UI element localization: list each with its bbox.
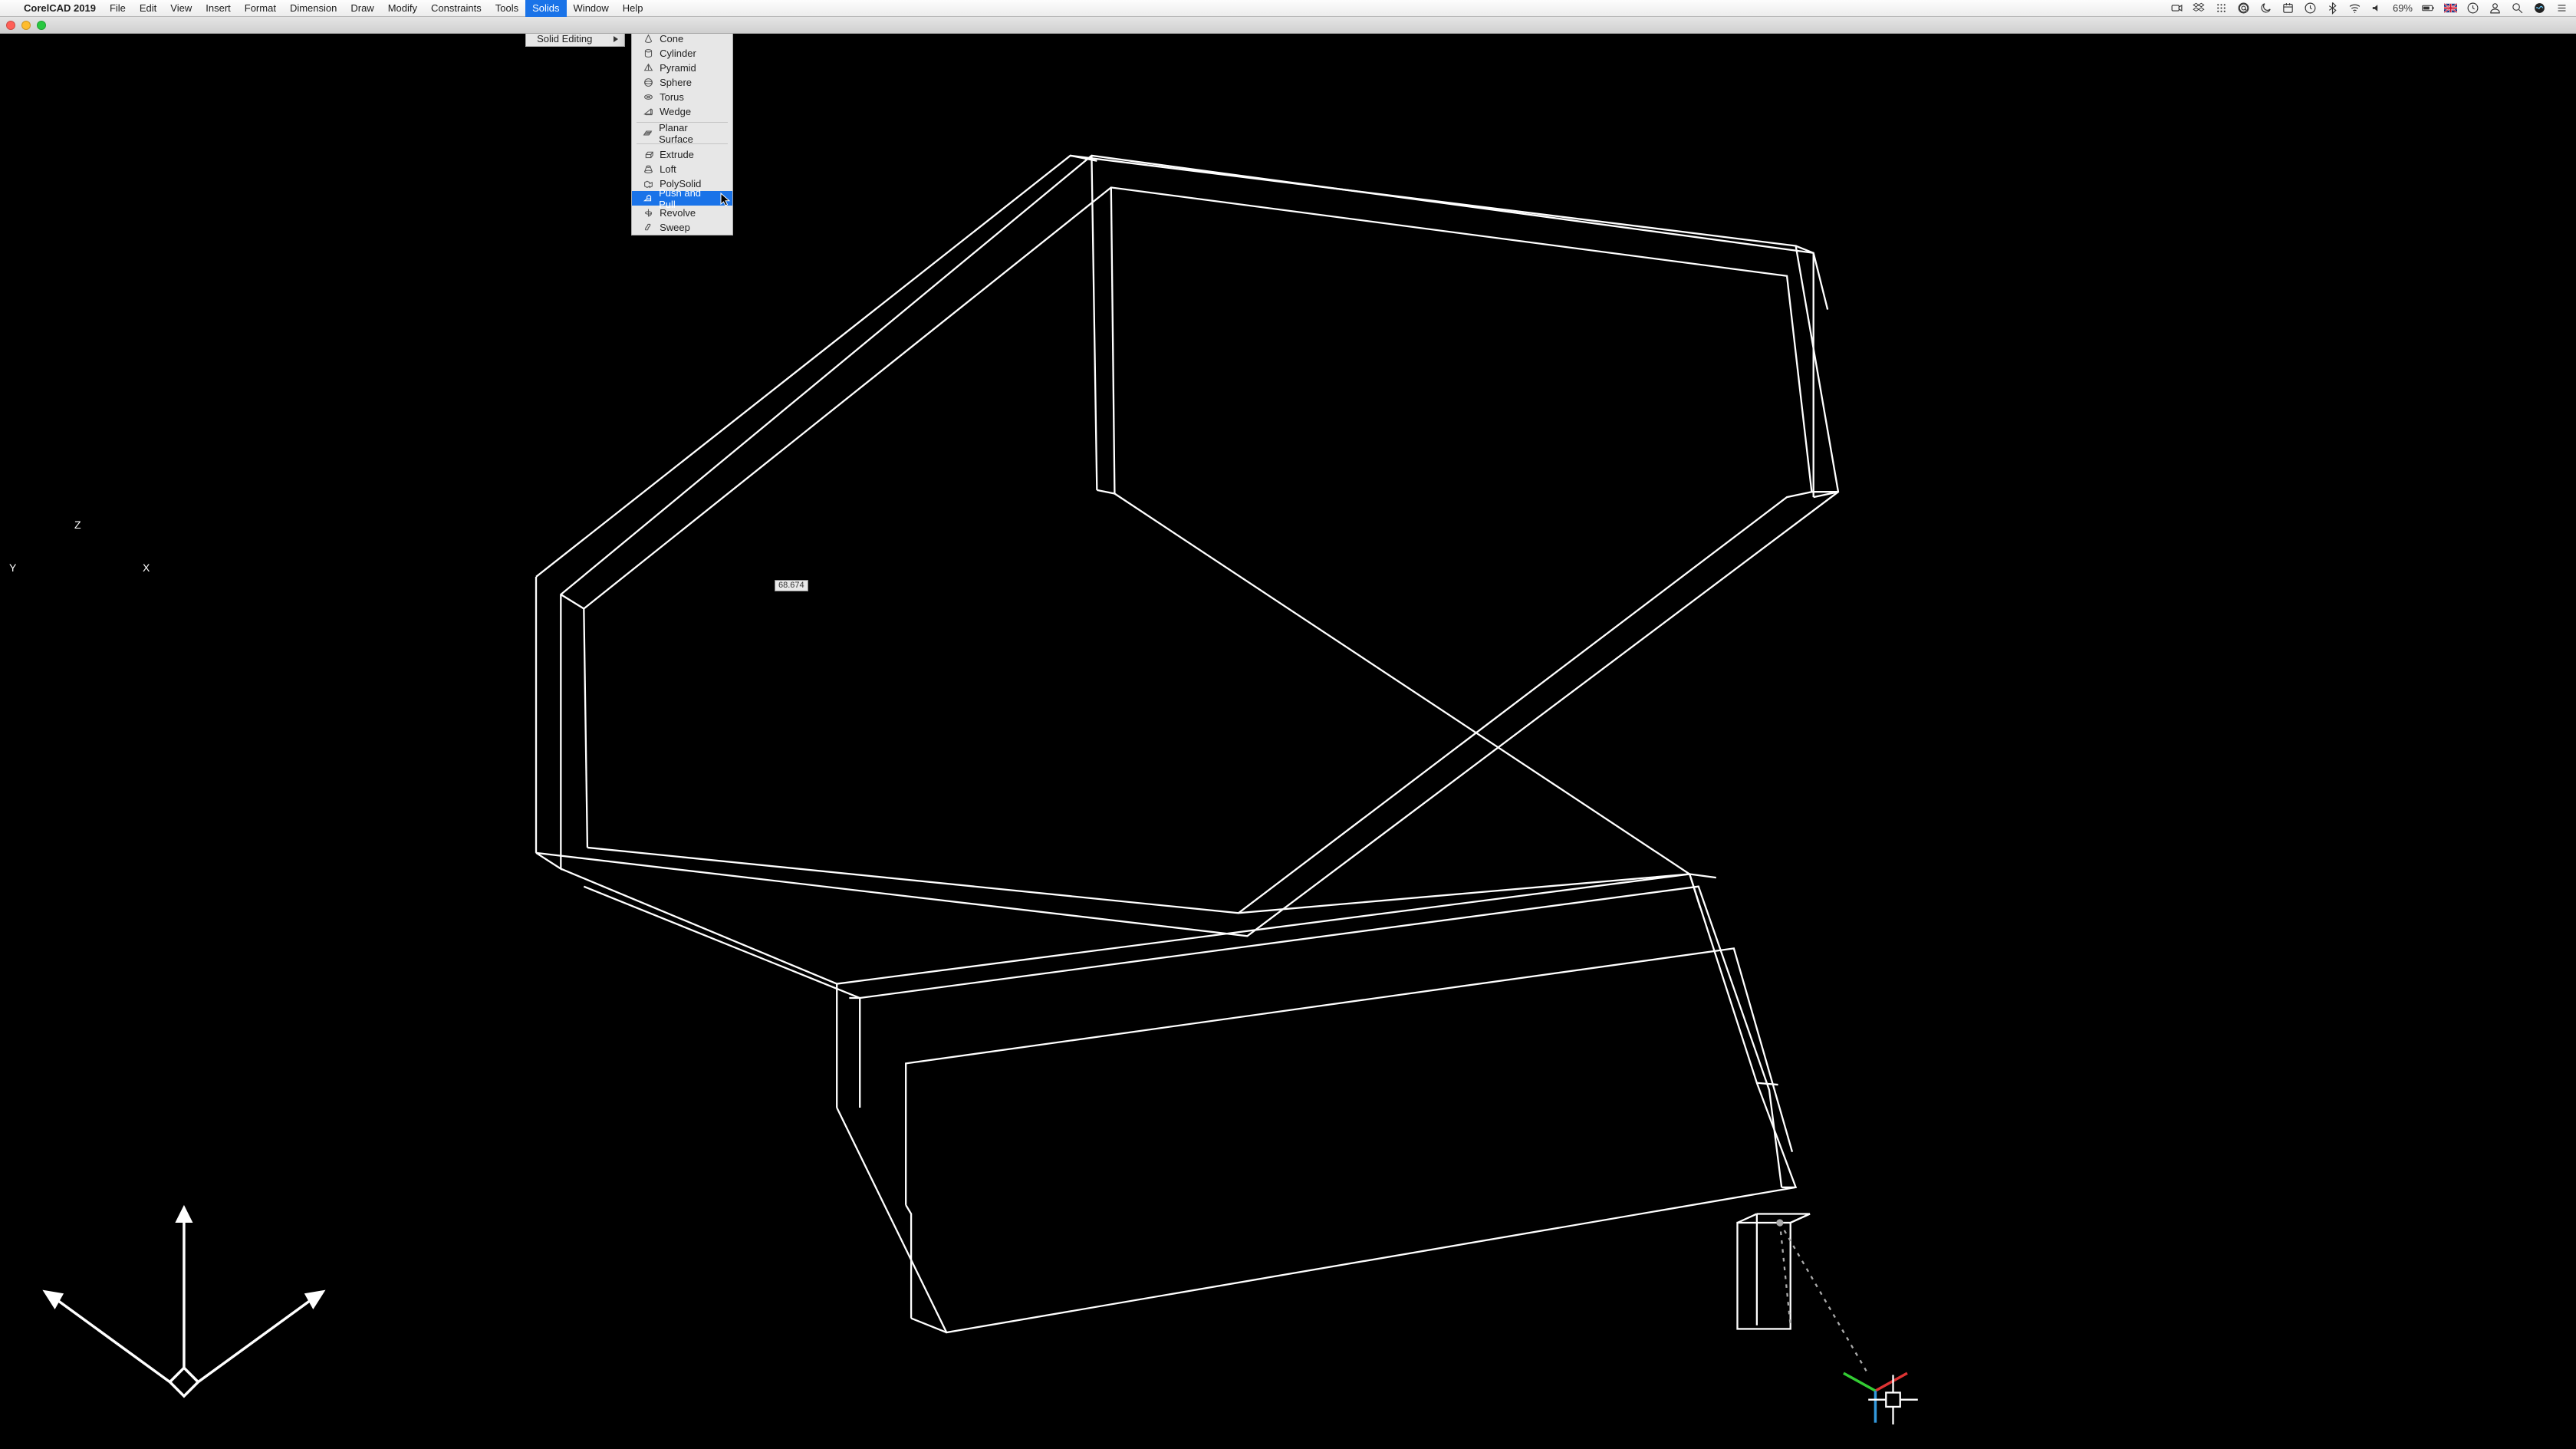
- cylinder-icon: [643, 48, 653, 59]
- polysolid-icon: [643, 179, 653, 189]
- loft-icon: [643, 164, 653, 175]
- axis-z-label: Z: [74, 519, 81, 531]
- minimize-window-button[interactable]: [21, 21, 31, 30]
- draw-sweep-label: Sweep: [660, 222, 690, 233]
- grid-icon[interactable]: [2215, 2, 2228, 15]
- close-window-button[interactable]: [6, 21, 15, 30]
- zoom-window-button[interactable]: [37, 21, 46, 30]
- draw-pushpull[interactable]: Push and Pull: [632, 191, 732, 206]
- axis-x-label: X: [143, 561, 150, 574]
- draw-sweep[interactable]: Sweep: [632, 220, 732, 235]
- sweep-icon: [643, 222, 653, 233]
- app-name[interactable]: CorelCAD 2019: [17, 0, 103, 17]
- axis-y-label: Y: [9, 561, 16, 574]
- menu-format[interactable]: Format: [238, 0, 283, 17]
- draw-planarsurface[interactable]: Planar Surface: [632, 126, 732, 140]
- menu-draw[interactable]: Draw: [344, 0, 380, 17]
- draw-cone-label: Cone: [660, 33, 683, 44]
- draw-wedge[interactable]: Wedge: [632, 104, 732, 119]
- draw-loft-label: Loft: [660, 163, 676, 175]
- draw-wedge-label: Wedge: [660, 106, 691, 117]
- menu-insert[interactable]: Insert: [199, 0, 238, 17]
- revolve-icon: [643, 208, 653, 219]
- draw-cylinder[interactable]: Cylinder: [632, 46, 732, 61]
- cad-drawing: [0, 34, 2576, 1449]
- menu-solids[interactable]: Solids: [525, 0, 566, 17]
- planarsurface-icon: [643, 128, 653, 139]
- menu-help[interactable]: Help: [616, 0, 650, 17]
- draw-torus[interactable]: Torus: [632, 90, 732, 104]
- window-titlebar: [0, 17, 2576, 34]
- draw-pyramid[interactable]: Pyramid: [632, 61, 732, 75]
- pyramid-icon: [643, 63, 653, 74]
- draw-loft[interactable]: Loft: [632, 162, 732, 176]
- solids-solidediting-label: Solid Editing: [537, 33, 592, 44]
- bluetooth-icon[interactable]: [2326, 2, 2339, 15]
- draw-torus-label: Torus: [660, 91, 684, 103]
- clock-icon[interactable]: [2466, 2, 2479, 15]
- pushpull-icon: [643, 193, 653, 204]
- torus-icon: [643, 92, 653, 103]
- volume-icon[interactable]: [2370, 2, 2384, 15]
- menu-view[interactable]: View: [163, 0, 199, 17]
- menubar-left: CorelCAD 2019 File Edit View Insert Form…: [17, 0, 650, 17]
- sphere-icon: [643, 77, 653, 88]
- menu-tools[interactable]: Tools: [489, 0, 525, 17]
- draw-pyramid-label: Pyramid: [660, 62, 696, 74]
- spotlight-icon[interactable]: [2511, 2, 2524, 15]
- dropbox-icon[interactable]: [2193, 2, 2206, 15]
- extrude-icon: [643, 150, 653, 160]
- draw-sphere-label: Sphere: [660, 77, 692, 88]
- traffic-lights: [6, 21, 46, 30]
- battery-percent[interactable]: 69%: [2393, 2, 2413, 14]
- menu-constraints[interactable]: Constraints: [424, 0, 489, 17]
- siri-icon[interactable]: [2533, 2, 2546, 15]
- battery-icon[interactable]: [2422, 2, 2435, 15]
- apple-menu-icon[interactable]: [0, 2, 17, 15]
- cone-icon: [643, 34, 653, 44]
- moon-icon[interactable]: [2259, 2, 2272, 15]
- user-icon[interactable]: [2489, 2, 2502, 15]
- at-icon[interactable]: [2237, 2, 2250, 15]
- cad-viewport[interactable]: Z X Y 68.674: [0, 34, 2576, 1449]
- flag-icon[interactable]: [2444, 2, 2457, 15]
- menu-dimension[interactable]: Dimension: [283, 0, 344, 17]
- menubar-right: 69%: [2170, 2, 2576, 15]
- menu-separator: [632, 140, 732, 147]
- menu-window[interactable]: Window: [567, 0, 616, 17]
- draw-revolve[interactable]: Revolve: [632, 206, 732, 220]
- mac-menubar: CorelCAD 2019 File Edit View Insert Form…: [0, 0, 2576, 17]
- wedge-icon: [643, 107, 653, 117]
- draw-submenu-panel: Box Cone Cylinder Pyramid Sphere Torus W…: [631, 17, 733, 235]
- menu-modify[interactable]: Modify: [381, 0, 424, 17]
- wifi-icon[interactable]: [2348, 2, 2361, 15]
- coordinate-readout: 68.674: [775, 580, 808, 591]
- menu-edit[interactable]: Edit: [133, 0, 163, 17]
- calendar-icon[interactable]: [2282, 2, 2295, 15]
- backup-icon[interactable]: [2304, 2, 2317, 15]
- camera-icon[interactable]: [2170, 2, 2183, 15]
- draw-revolve-label: Revolve: [660, 207, 696, 219]
- notifications-icon[interactable]: [2555, 2, 2568, 15]
- draw-sphere[interactable]: Sphere: [632, 75, 732, 90]
- submenu-arrow-icon: [614, 36, 618, 42]
- draw-extrude[interactable]: Extrude: [632, 147, 732, 162]
- menu-file[interactable]: File: [103, 0, 133, 17]
- draw-cylinder-label: Cylinder: [660, 48, 696, 59]
- draw-extrude-label: Extrude: [660, 149, 694, 160]
